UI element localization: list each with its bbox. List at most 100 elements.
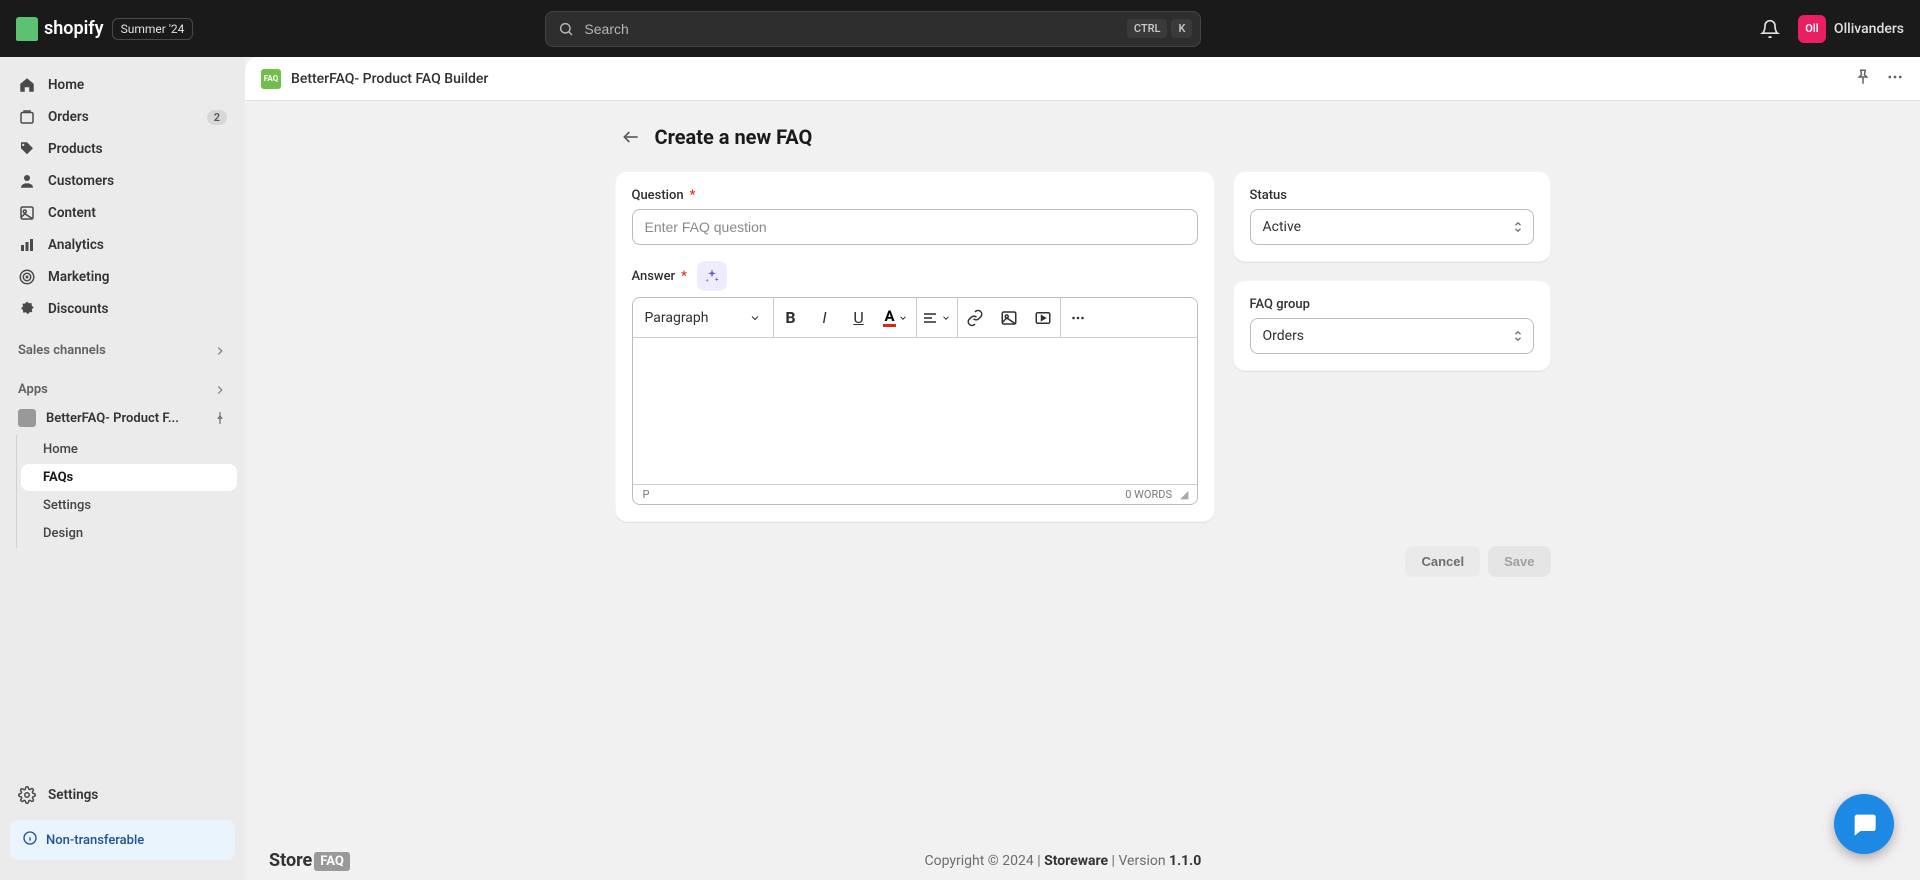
- app-nav-betterfaq[interactable]: BetterFAQ- Product F...: [8, 403, 237, 433]
- search-shortcut: CTRL K: [1127, 19, 1193, 38]
- shopify-bag-icon: [16, 17, 38, 41]
- nav-label: Analytics: [48, 237, 227, 253]
- nav-products[interactable]: Products: [8, 134, 237, 164]
- chevron-updown-icon: [1513, 221, 1523, 233]
- app-logo: FAQ: [261, 69, 281, 89]
- sidebar-bottom: Settings Non-transferable: [8, 779, 237, 880]
- section-sales-channels[interactable]: Sales channels: [8, 335, 237, 364]
- nav-label: Discounts: [48, 301, 227, 317]
- link-button[interactable]: [958, 298, 992, 338]
- user-name: Ollivanders: [1834, 21, 1904, 37]
- ai-sparkle-button[interactable]: [697, 261, 727, 291]
- app-subnav: Home FAQs Settings Design: [16, 435, 237, 548]
- user-menu[interactable]: Oll Ollivanders: [1798, 15, 1904, 43]
- answer-textarea[interactable]: [633, 338, 1197, 484]
- info-icon: [22, 830, 38, 850]
- nav-customers[interactable]: Customers: [8, 166, 237, 196]
- rte-footer: P 0 WORDS ◢: [633, 484, 1197, 504]
- kbd-ctrl: CTRL: [1127, 19, 1168, 38]
- nav-label: Customers: [48, 173, 227, 189]
- text-color-button[interactable]: A: [876, 309, 916, 327]
- back-button[interactable]: [621, 127, 641, 147]
- marketing-icon: [18, 268, 36, 286]
- brand-text: shopify: [44, 18, 104, 39]
- group-select[interactable]: Orders: [1250, 318, 1534, 354]
- sidebar: Home Orders 2 Products Customers Content…: [0, 57, 245, 880]
- nav-content[interactable]: Content: [8, 198, 237, 228]
- page-footer: Store FAQ Copyright © 2024 | Storeware |…: [245, 828, 1920, 880]
- shopify-logo[interactable]: shopify: [16, 17, 104, 41]
- question-input[interactable]: [632, 209, 1198, 245]
- search-box[interactable]: CTRL K: [545, 11, 1201, 47]
- question-label: Question*: [632, 188, 1198, 203]
- home-icon: [18, 76, 36, 94]
- topbar: shopify Summer '24 CTRL K Oll Ollivander…: [0, 0, 1920, 57]
- chevron-right-icon: [213, 344, 227, 358]
- page-heading: Create a new FAQ: [621, 125, 1551, 149]
- answer-editor: Paragraph B I U: [632, 297, 1198, 505]
- page-actions: Cancel Save: [599, 546, 1567, 577]
- nav-label: Home: [48, 77, 227, 93]
- app-icon: [18, 409, 36, 427]
- app-title: BetterFAQ- Product FAQ Builder: [291, 71, 1844, 87]
- subnav-faqs[interactable]: FAQs: [21, 464, 237, 491]
- resize-grip-icon[interactable]: ◢: [1180, 488, 1188, 501]
- subnav-settings[interactable]: Settings: [21, 492, 237, 519]
- status-label: Status: [1250, 188, 1534, 203]
- chevron-updown-icon: [1513, 330, 1523, 342]
- nav-label: Settings: [48, 787, 227, 803]
- status-card: Status Active: [1233, 171, 1551, 262]
- bold-button[interactable]: B: [774, 298, 808, 338]
- search-icon: [558, 21, 574, 37]
- chevron-right-icon: [213, 383, 227, 397]
- nav-orders[interactable]: Orders 2: [8, 102, 237, 132]
- nav-home[interactable]: Home: [8, 70, 237, 100]
- products-icon: [18, 140, 36, 158]
- customers-icon: [18, 172, 36, 190]
- app-header-bar: FAQ BetterFAQ- Product FAQ Builder: [245, 57, 1920, 101]
- video-button[interactable]: [1026, 298, 1060, 338]
- more-formatting-button[interactable]: [1061, 298, 1095, 338]
- search-input[interactable]: [584, 21, 1126, 37]
- nav-label: Products: [48, 141, 227, 157]
- section-apps[interactable]: Apps: [8, 374, 237, 403]
- paragraph-dropdown[interactable]: Paragraph: [633, 310, 773, 326]
- main: FAQ BetterFAQ- Product FAQ Builder Creat…: [245, 57, 1920, 880]
- page-content: Create a new FAQ Question* Answer*: [245, 101, 1920, 828]
- brand-area: shopify Summer '24: [16, 17, 193, 41]
- rte-toolbar: Paragraph B I U: [633, 298, 1197, 338]
- non-transferable-banner[interactable]: Non-transferable: [10, 820, 235, 860]
- image-button[interactable]: [992, 298, 1026, 338]
- underline-button[interactable]: U: [842, 298, 876, 338]
- group-card: FAQ group Orders: [1233, 280, 1551, 371]
- app-name: BetterFAQ- Product F...: [46, 411, 203, 426]
- subnav-design[interactable]: Design: [21, 520, 237, 547]
- more-icon[interactable]: [1886, 68, 1904, 90]
- nav-label: Content: [48, 205, 227, 221]
- page-title: Create a new FAQ: [655, 125, 813, 149]
- pin-icon[interactable]: [213, 411, 227, 425]
- storefaq-logo: Store FAQ: [269, 850, 350, 872]
- section-label: Sales channels: [18, 343, 106, 358]
- nav-settings[interactable]: Settings: [8, 780, 237, 810]
- answer-label-row: Answer*: [632, 261, 1198, 291]
- answer-label: Answer: [632, 269, 676, 284]
- bell-icon[interactable]: [1760, 19, 1780, 39]
- save-button[interactable]: Save: [1488, 546, 1550, 577]
- pin-icon[interactable]: [1854, 68, 1872, 90]
- nav-label: Orders: [48, 109, 195, 125]
- cancel-button[interactable]: Cancel: [1405, 546, 1480, 577]
- subnav-home[interactable]: Home: [21, 436, 237, 463]
- group-label: FAQ group: [1250, 297, 1534, 312]
- group-value: Orders: [1263, 328, 1305, 344]
- italic-button[interactable]: I: [808, 298, 842, 338]
- analytics-icon: [18, 236, 36, 254]
- nav-analytics[interactable]: Analytics: [8, 230, 237, 260]
- orders-icon: [18, 108, 36, 126]
- nav-marketing[interactable]: Marketing: [8, 262, 237, 292]
- status-select[interactable]: Active: [1250, 209, 1534, 245]
- align-button[interactable]: [917, 310, 957, 326]
- word-count: 0 WORDS: [1125, 488, 1172, 501]
- chat-fab[interactable]: [1834, 794, 1894, 854]
- nav-discounts[interactable]: Discounts: [8, 294, 237, 324]
